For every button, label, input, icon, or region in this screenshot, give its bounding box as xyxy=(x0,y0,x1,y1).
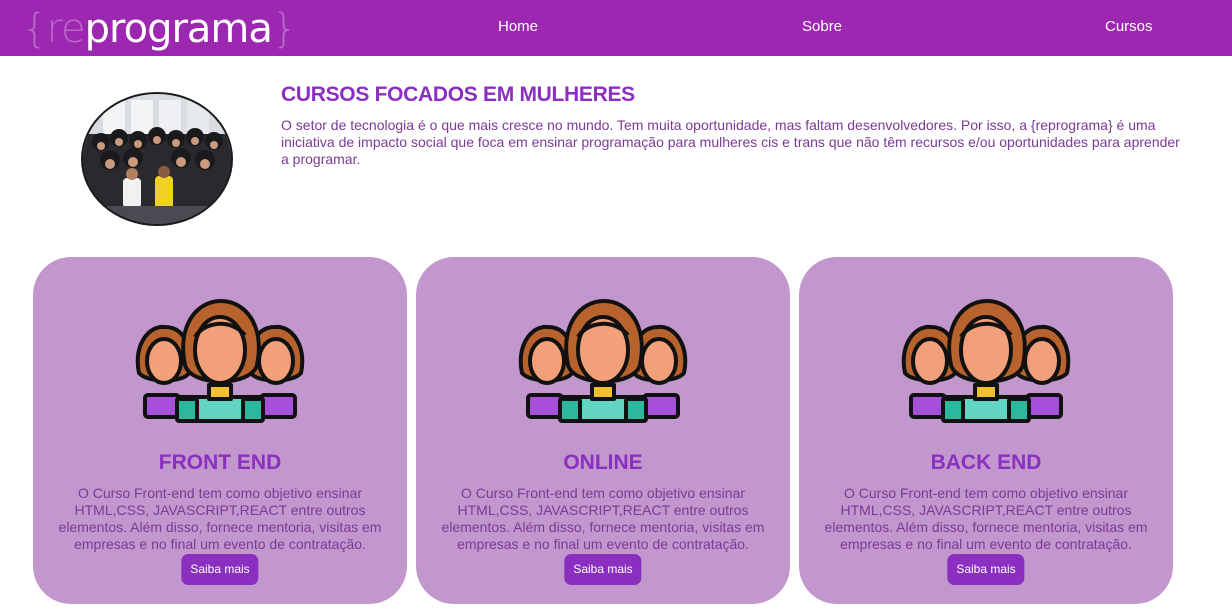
logo-prefix: re xyxy=(46,6,85,52)
intro-title: CURSOS FOCADOS EM MULHERES xyxy=(281,83,635,106)
women-group-icon xyxy=(901,299,1071,423)
women-group-icon xyxy=(518,299,688,423)
nav-link-home[interactable]: Home xyxy=(498,18,538,35)
reprograma-logo[interactable]: { re programa } xyxy=(22,6,297,52)
card-description: O Curso Front-end tem como objetivo ensi… xyxy=(441,485,765,552)
nav-link-cursos[interactable]: Cursos xyxy=(1105,18,1153,35)
course-card-front-end: FRONT END O Curso Front-end tem como obj… xyxy=(33,257,407,604)
course-card-back-end: BACK END O Curso Front-end tem como obje… xyxy=(799,257,1173,604)
logo-open-brace: { xyxy=(22,6,47,52)
card-description: O Curso Front-end tem como objetivo ensi… xyxy=(824,485,1148,552)
saiba-mais-button[interactable]: Saiba mais xyxy=(564,554,642,585)
logo-close-brace: } xyxy=(271,6,297,52)
group-photo xyxy=(81,92,233,226)
saiba-mais-button[interactable]: Saiba mais xyxy=(947,554,1025,585)
card-title: BACK END xyxy=(930,451,1042,474)
group-photo-image xyxy=(83,94,231,224)
intro-text: O setor de tecnologia é o que mais cresc… xyxy=(281,117,1180,167)
saiba-mais-button[interactable]: Saiba mais xyxy=(181,554,259,585)
course-card-online: ONLINE O Curso Front-end tem como objeti… xyxy=(416,257,790,604)
top-navbar: { re programa } Home Sobre Cursos xyxy=(0,0,1232,56)
card-title: ONLINE xyxy=(563,451,643,474)
card-description: O Curso Front-end tem como objetivo ensi… xyxy=(58,485,382,552)
nav-link-sobre[interactable]: Sobre xyxy=(802,18,842,35)
card-title: FRONT END xyxy=(158,451,282,474)
women-group-icon xyxy=(135,299,305,423)
logo-name: programa xyxy=(84,6,273,52)
